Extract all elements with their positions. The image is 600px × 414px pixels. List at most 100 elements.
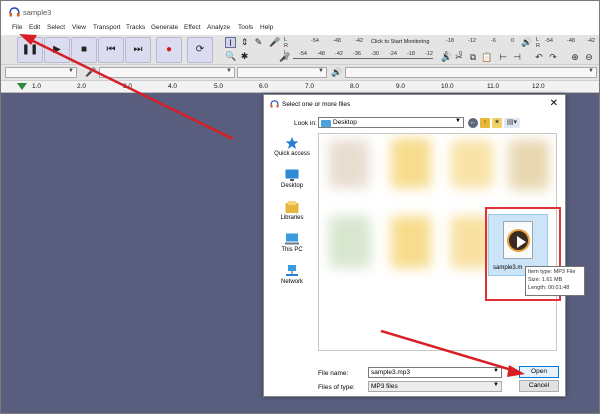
- blurred-file[interactable]: [451, 140, 493, 188]
- transport-toolbar: ❚❚ ▶ ■ ⏮ ⏭ ● ⟳ I ⇕ ✎ 🔍 ✱ 🎤 L R -54 -48 -…: [1, 35, 599, 65]
- play-icon: ▶: [53, 44, 61, 55]
- menu-generate[interactable]: Generate: [151, 24, 178, 31]
- blurred-file[interactable]: [329, 216, 371, 268]
- draw-tool-icon[interactable]: ✎: [253, 37, 264, 48]
- lookin-value: Desktop: [333, 119, 357, 126]
- filetype-label: Files of type:: [318, 384, 355, 391]
- undo-icon[interactable]: ↶: [533, 51, 545, 63]
- record-button[interactable]: ●: [156, 37, 182, 63]
- menu-select[interactable]: Select: [47, 24, 65, 31]
- back-icon[interactable]: ←: [468, 118, 478, 128]
- menu-view[interactable]: View: [72, 24, 86, 31]
- filename-label: File name:: [318, 370, 349, 377]
- redo-icon[interactable]: ↷: [547, 51, 559, 63]
- pause-button[interactable]: ❚❚: [17, 37, 43, 63]
- open-button[interactable]: Open: [519, 366, 559, 378]
- skip-start-icon: ⏮: [106, 44, 116, 55]
- timeline-tick-label: 3.0: [123, 83, 133, 90]
- speaker-device-icon: 🔊: [331, 67, 343, 77]
- filename-input[interactable]: sample3.mp3 ▼: [368, 367, 502, 378]
- timeline-ruler[interactable]: 1.0 2.0 3.0 4.0 5.0 6.0 7.0 8.0 9.0 10.0…: [1, 81, 599, 93]
- record-volume-slider[interactable]: [293, 58, 433, 59]
- libraries-icon: [285, 201, 299, 213]
- place-quick-access[interactable]: Quick access: [268, 137, 316, 157]
- record-meter-icon[interactable]: 🎤: [269, 37, 280, 48]
- playback-device-select[interactable]: ▼: [345, 67, 597, 78]
- chevron-down-icon: ▼: [68, 68, 74, 74]
- zoom-in-icon[interactable]: ⊕: [569, 51, 581, 63]
- tooltip-line: Size: 1.61 MB: [528, 277, 563, 283]
- monitor-hint[interactable]: Click to Start Monitoring: [371, 39, 429, 45]
- menu-file[interactable]: File: [12, 24, 22, 31]
- loop-button[interactable]: ⟳: [187, 37, 213, 63]
- lookin-select[interactable]: Desktop ▼: [318, 117, 464, 128]
- play-button[interactable]: ▶: [44, 37, 70, 63]
- silence-icon[interactable]: ⊣: [511, 51, 523, 63]
- timeline-tick-label: 11.0: [487, 83, 500, 90]
- place-desktop[interactable]: Desktop: [268, 169, 316, 189]
- chevron-down-icon: ▼: [226, 68, 232, 74]
- timeline-tick-label: 12.0: [532, 83, 545, 90]
- menu-analyze[interactable]: Analyze: [207, 24, 230, 31]
- network-icon: [286, 265, 298, 276]
- menu-edit[interactable]: Edit: [29, 24, 40, 31]
- timeline-tick-label: 10.0: [441, 83, 454, 90]
- record-device-select[interactable]: ▼: [99, 67, 235, 78]
- view-menu-icon[interactable]: ▤▾: [504, 118, 520, 128]
- channels-select[interactable]: ▼: [237, 67, 327, 78]
- audacity-logo-icon: [9, 7, 20, 17]
- timeline-tick-label: 2.0: [77, 83, 87, 90]
- filename-value: sample3.mp3: [371, 369, 411, 376]
- meter-tick: -6: [491, 38, 496, 44]
- playback-meter-icon[interactable]: 🔊: [521, 37, 532, 48]
- blurred-file[interactable]: [391, 216, 431, 268]
- zoom-out-icon[interactable]: ⊖: [583, 51, 595, 63]
- filetype-select[interactable]: MP3 files ▼: [368, 381, 502, 392]
- timeline-tick-label: 7.0: [305, 83, 315, 90]
- meter-tick: -18: [407, 51, 415, 57]
- mic-volume-icon: 🎤: [279, 52, 291, 62]
- cut-icon[interactable]: ✂: [453, 51, 465, 63]
- chevron-down-icon: ▼: [455, 118, 461, 124]
- menu-tools[interactable]: Tools: [238, 24, 253, 31]
- zoom-tool-icon[interactable]: 🔍: [225, 51, 236, 62]
- host-select[interactable]: ▼: [5, 67, 77, 78]
- meter-tick: -54: [311, 38, 319, 44]
- blurred-file[interactable]: [509, 140, 549, 190]
- meter-tick: -48: [333, 38, 341, 44]
- copy-icon[interactable]: ⧉: [467, 51, 479, 63]
- multi-tool-icon[interactable]: ✱: [239, 51, 250, 62]
- menu-transport[interactable]: Transport: [93, 24, 121, 31]
- meter-tick: -12: [468, 38, 476, 44]
- envelope-tool-icon[interactable]: ⇕: [239, 37, 250, 48]
- place-this-pc[interactable]: This PC: [268, 233, 316, 253]
- audacity-window: sample3 File Edit Select View Transport …: [0, 0, 600, 414]
- menu-help[interactable]: Help: [260, 24, 273, 31]
- up-folder-icon[interactable]: ↑: [480, 118, 490, 128]
- timeline-tick-label: 5.0: [214, 83, 224, 90]
- chevron-down-icon: ▼: [493, 368, 499, 374]
- meter-tick: -54: [299, 51, 307, 57]
- blurred-file[interactable]: [391, 138, 431, 188]
- play-head-marker[interactable]: [17, 83, 27, 90]
- cancel-button[interactable]: Cancel: [519, 380, 559, 392]
- place-network[interactable]: Network: [268, 265, 316, 285]
- place-libraries[interactable]: Libraries: [268, 201, 316, 221]
- meter-tick: -12: [425, 51, 433, 57]
- new-folder-icon[interactable]: ✶: [492, 118, 502, 128]
- meter-tick: -18: [446, 38, 454, 44]
- menu-effect[interactable]: Effect: [184, 24, 201, 31]
- meter-tick: -42: [587, 38, 595, 44]
- selection-tool-icon[interactable]: I: [225, 37, 236, 48]
- close-icon[interactable]: ✕: [550, 98, 558, 109]
- stop-button[interactable]: ■: [71, 37, 97, 63]
- trim-icon[interactable]: ⊢: [497, 51, 509, 63]
- file-tooltip: Item type: MP3 File Size: 1.61 MB Length…: [525, 266, 585, 296]
- skip-end-button[interactable]: ⏭: [125, 37, 151, 63]
- blurred-file[interactable]: [329, 140, 369, 188]
- paste-icon[interactable]: 📋: [481, 51, 493, 63]
- skip-start-button[interactable]: ⏮: [98, 37, 124, 63]
- place-label: Libraries: [280, 215, 304, 221]
- meter-tick: -48: [317, 51, 325, 57]
- menu-tracks[interactable]: Tracks: [126, 24, 145, 31]
